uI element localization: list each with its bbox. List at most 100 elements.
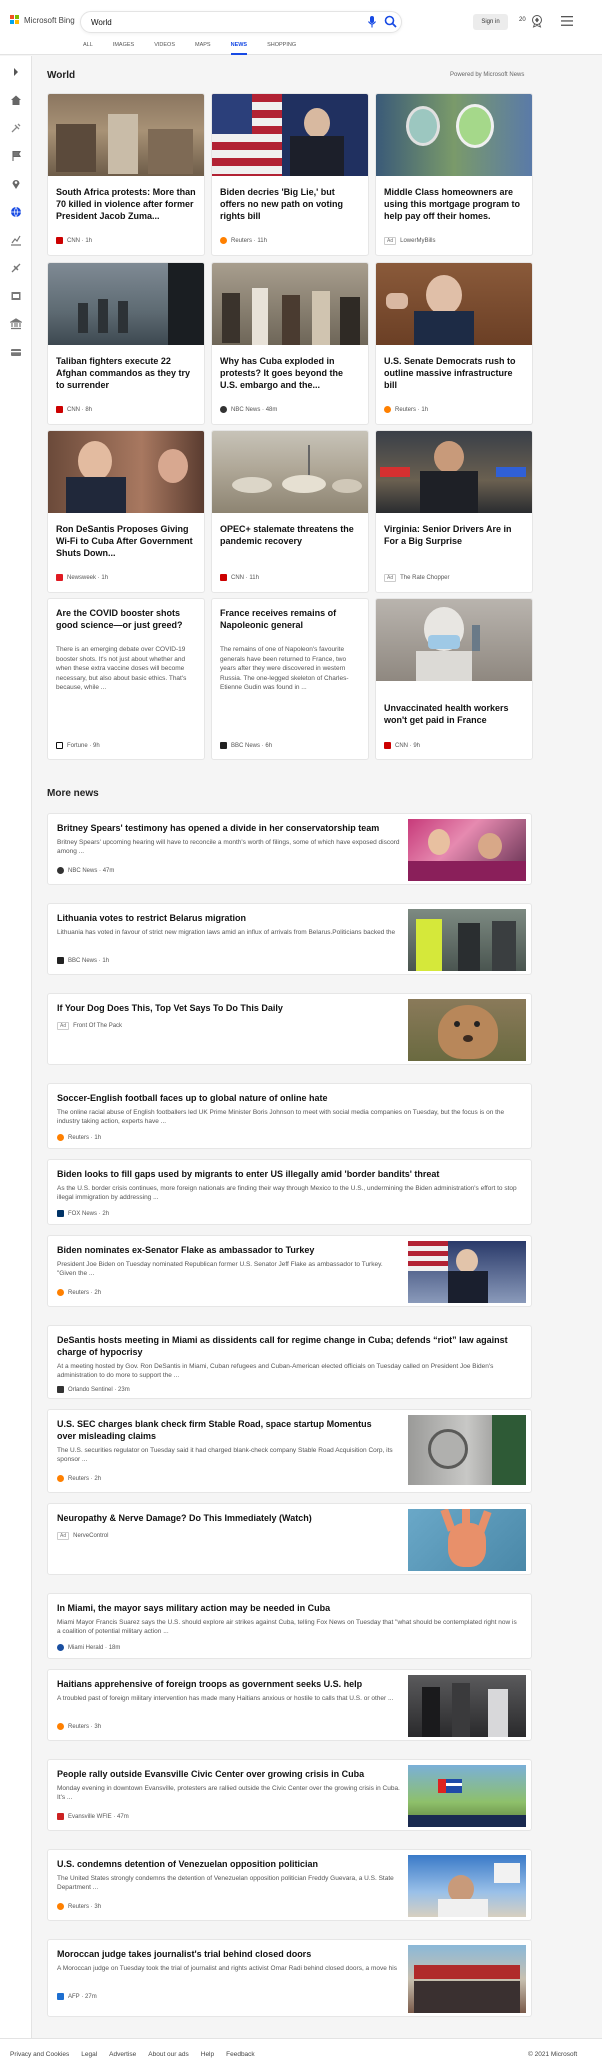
home-icon[interactable] — [10, 94, 22, 106]
list-headline[interactable]: Haitians apprehensive of foreign troops … — [57, 1678, 387, 1690]
card-headline[interactable]: Taliban fighters execute 22 Afghan comma… — [56, 355, 196, 391]
advertiser-name: LowerMyBills — [400, 238, 436, 244]
card-headline[interactable]: Biden decries 'Big Lie,' but offers no n… — [220, 186, 360, 222]
source-line: Reuters · 1h — [384, 406, 428, 413]
location-icon[interactable] — [10, 178, 22, 190]
list-item[interactable]: DeSantis hosts meeting in Miami as dissi… — [47, 1325, 532, 1399]
bank-icon[interactable] — [10, 318, 22, 330]
list-item[interactable]: People rally outside Evansville Civic Ce… — [47, 1759, 532, 1831]
rewards-trophy-icon[interactable] — [531, 14, 543, 28]
chevron-right-icon[interactable] — [10, 66, 22, 78]
about-ads-link[interactable]: About our ads — [148, 2051, 188, 2058]
news-card[interactable]: South Africa protests: More than 70 kill… — [47, 93, 205, 256]
card-headline[interactable]: U.S. Senate Democrats rush to outline ma… — [384, 355, 524, 391]
help-link[interactable]: Help — [201, 2051, 214, 2058]
source-name: Newsweek — [67, 574, 97, 581]
list-snippet: At a meeting hosted by Gov. Ron DeSantis… — [57, 1363, 494, 1379]
card-icon[interactable] — [10, 346, 22, 358]
list-item[interactable]: Moroccan judge takes journalist's trial … — [47, 1939, 532, 2017]
card-headline[interactable]: Why has Cuba exploded in protests? It go… — [220, 355, 360, 391]
news-card[interactable]: Taliban fighters execute 22 Afghan comma… — [47, 262, 205, 425]
news-card[interactable]: OPEC+ stalemate threatens the pandemic r… — [211, 430, 369, 593]
list-headline[interactable]: Neuropathy & Nerve Damage? Do This Immed… — [57, 1512, 387, 1524]
card-headline[interactable]: Are the COVID booster shots good science… — [56, 607, 196, 631]
card-headline[interactable]: Unvaccinated health workers won't get pa… — [384, 702, 524, 726]
powered-by-label[interactable]: Powered by Microsoft News — [450, 72, 524, 78]
ad-list-item[interactable]: Neuropathy & Nerve Damage? Do This Immed… — [47, 1503, 532, 1575]
list-item[interactable]: Biden nominates ex-Senator Flake as amba… — [47, 1235, 532, 1307]
card-image — [212, 431, 368, 513]
news-card[interactable]: France receives remains of Napoleonic ge… — [211, 598, 369, 760]
list-headline[interactable]: In Miami, the mayor says military action… — [57, 1602, 517, 1614]
list-item[interactable]: Soccer-English football faces up to glob… — [47, 1083, 532, 1149]
card-headline[interactable]: OPEC+ stalemate threatens the pandemic r… — [220, 523, 360, 547]
list-item[interactable]: Britney Spears' testimony has opened a d… — [47, 813, 532, 885]
feedback-link[interactable]: Feedback — [226, 2051, 255, 2058]
list-item[interactable]: Haitians apprehensive of foreign troops … — [47, 1669, 532, 1741]
tab-news[interactable]: NEWS — [230, 40, 248, 55]
list-headline[interactable]: Lithuania votes to restrict Belarus migr… — [57, 912, 387, 924]
search-icon[interactable] — [384, 15, 397, 28]
sign-in-button[interactable]: Sign in — [473, 14, 508, 30]
ad-card[interactable]: Virginia: Senior Drivers Are in For a Bi… — [375, 430, 533, 593]
science-icon[interactable] — [10, 262, 22, 274]
news-card[interactable]: Unvaccinated health workers won't get pa… — [375, 598, 533, 760]
list-headline[interactable]: Soccer-English football faces up to glob… — [57, 1092, 517, 1104]
ad-list-item[interactable]: If Your Dog Does This, Top Vet Says To D… — [47, 993, 532, 1065]
list-headline[interactable]: Britney Spears' testimony has opened a d… — [57, 822, 387, 834]
tab-all[interactable]: ALL — [83, 40, 93, 55]
card-headline[interactable]: Virginia: Senior Drivers Are in For a Bi… — [384, 523, 524, 547]
card-headline[interactable]: France receives remains of Napoleonic ge… — [220, 607, 360, 631]
footer: Privacy and Cookies Legal Advertise Abou… — [0, 2038, 602, 2069]
source-name: Miami Herald — [68, 1644, 104, 1651]
legal-link[interactable]: Legal — [81, 2051, 97, 2058]
list-item[interactable]: In Miami, the mayor says military action… — [47, 1593, 532, 1659]
tab-images[interactable]: IMAGES — [113, 40, 134, 55]
advertiser-name: Front Of The Pack — [73, 1023, 123, 1029]
ad-card[interactable]: Middle Class homeowners are using this m… — [375, 93, 533, 256]
list-headline[interactable]: People rally outside Evansville Civic Ce… — [57, 1768, 387, 1780]
globe-icon[interactable] — [10, 206, 22, 218]
news-card[interactable]: Biden decries 'Big Lie,' but offers no n… — [211, 93, 369, 256]
news-card[interactable]: Why has Cuba exploded in protests? It go… — [211, 262, 369, 425]
news-card[interactable]: U.S. Senate Democrats rush to outline ma… — [375, 262, 533, 425]
list-headline[interactable]: Biden looks to fill gaps used by migrant… — [57, 1168, 517, 1180]
microphone-icon[interactable] — [366, 15, 378, 29]
tab-shopping[interactable]: SHOPPING — [267, 40, 296, 55]
tab-maps[interactable]: MAPS — [195, 40, 211, 55]
list-item[interactable]: Biden looks to fill gaps used by migrant… — [47, 1159, 532, 1225]
news-card[interactable]: Are the COVID booster shots good science… — [47, 598, 205, 760]
list-image — [408, 909, 526, 971]
list-headline[interactable]: DeSantis hosts meeting in Miami as dissi… — [57, 1334, 517, 1358]
card-headline[interactable]: South Africa protests: More than 70 kill… — [56, 186, 196, 222]
source-name: CNN — [67, 406, 80, 413]
news-card[interactable]: Ron DeSantis Proposes Giving Wi-Fi to Cu… — [47, 430, 205, 593]
list-headline[interactable]: If Your Dog Does This, Top Vet Says To D… — [57, 1002, 387, 1014]
chart-icon[interactable] — [10, 234, 22, 246]
card-snippet: There is an emerging debate over COVID-1… — [56, 646, 187, 691]
list-image — [408, 1855, 526, 1917]
bing-logo[interactable]: Microsoft Bing — [10, 15, 75, 25]
publish-time: 9h — [93, 742, 100, 749]
list-item[interactable]: U.S. SEC charges blank check firm Stable… — [47, 1409, 532, 1493]
tools-icon[interactable] — [10, 122, 22, 134]
flag-icon[interactable] — [10, 150, 22, 162]
tab-videos[interactable]: VIDEOS — [154, 40, 175, 55]
advertise-link[interactable]: Advertise — [109, 2051, 136, 2058]
card-headline[interactable]: Middle Class homeowners are using this m… — [384, 186, 524, 222]
list-headline[interactable]: U.S. condemns detention of Venezuelan op… — [57, 1858, 387, 1870]
search-box[interactable] — [80, 11, 402, 33]
publish-time: 1h — [85, 237, 93, 244]
film-icon[interactable] — [10, 290, 22, 302]
card-headline[interactable]: Ron DeSantis Proposes Giving Wi-Fi to Cu… — [56, 523, 196, 559]
hamburger-menu-icon[interactable] — [561, 16, 573, 26]
privacy-link[interactable]: Privacy and Cookies — [10, 2051, 69, 2058]
list-item[interactable]: U.S. condemns detention of Venezuelan op… — [47, 1849, 532, 1921]
search-input[interactable] — [91, 16, 331, 29]
source-line: FOX News · 2h — [57, 1210, 109, 1217]
list-headline[interactable]: Moroccan judge takes journalist's trial … — [57, 1948, 387, 1960]
list-headline[interactable]: U.S. SEC charges blank check firm Stable… — [57, 1418, 387, 1442]
list-headline[interactable]: Biden nominates ex-Senator Flake as amba… — [57, 1244, 387, 1256]
rewards-count[interactable]: 20 — [519, 17, 526, 23]
list-item[interactable]: Lithuania votes to restrict Belarus migr… — [47, 903, 532, 975]
